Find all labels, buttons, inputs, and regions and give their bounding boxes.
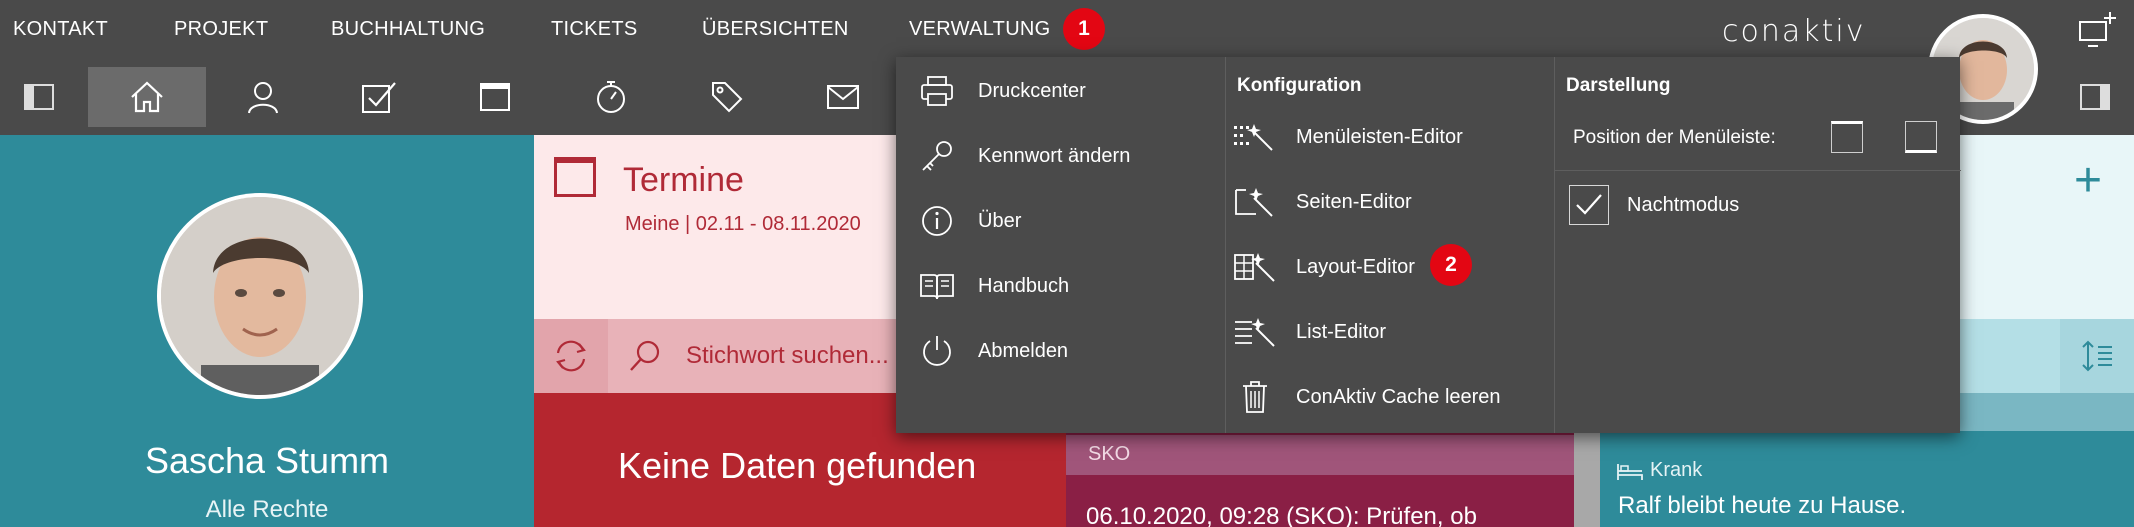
menu-label-abmelden: Abmelden [978, 339, 1069, 362]
magic-wand-icon [1226, 122, 1284, 152]
konfiguration-header: Konfiguration [1237, 75, 1362, 96]
nav-kontakt[interactable]: KONTAKT [13, 18, 108, 41]
menu-position-bottom-option[interactable] [1905, 121, 1937, 153]
menu-label-layout-editor: Layout-Editor [1296, 255, 1415, 278]
profile-avatar [157, 193, 363, 399]
status-text[interactable]: Ralf bleibt heute zu Hause. [1618, 492, 1906, 520]
menu-label-list-editor: List-Editor [1296, 320, 1387, 343]
menu-item-handbuch[interactable]: Handbuch [896, 257, 1225, 315]
menu-item-list-editor[interactable]: List-Editor [1226, 303, 1554, 361]
window-icon[interactable] [436, 67, 554, 127]
step-badge-1: 1 [1063, 8, 1105, 50]
book-icon [908, 271, 966, 301]
info-icon [908, 204, 966, 238]
profile-panel: Sascha Stumm Alle Rechte [0, 135, 534, 527]
darstellung-header: Darstellung [1566, 75, 1671, 96]
sidebar-right-icon[interactable] [2056, 67, 2134, 127]
sko-header: SKO [1066, 435, 1574, 475]
menu-label-ueber: Über [978, 209, 1022, 232]
conaktiv-logo: conaktiv [1722, 14, 1866, 49]
dropdown-column-darstellung: Darstellung Position der Menüleiste: Nac… [1554, 57, 1961, 433]
menu-label-cache-leeren: ConAktiv Cache leeren [1296, 385, 1501, 408]
menu-label-menueleisten-editor: Menüleisten-Editor [1296, 125, 1463, 148]
checkbox-icon[interactable] [320, 67, 438, 127]
calendar-icon [554, 157, 596, 197]
menu-label-kennwort: Kennwort ändern [978, 144, 1131, 167]
menu-item-layout-editor[interactable]: Layout-Editor [1226, 238, 1554, 296]
key-icon [908, 139, 966, 173]
nav-verwaltung[interactable]: VERWALTUNG [909, 18, 1051, 41]
status-label: Krank [1650, 459, 1703, 481]
line-spacing-icon[interactable] [2060, 319, 2134, 393]
nav-buchhaltung[interactable]: BUCHHALTUNG [331, 18, 485, 41]
mail-icon[interactable] [784, 67, 902, 127]
menu-item-kennwort[interactable]: Kennwort ändern [896, 127, 1225, 185]
top-navigation: KONTAKT PROJEKT BUCHHALTUNG TICKETS ÜBER… [0, 0, 2134, 59]
termine-subtitle[interactable]: Meine | 02.11 - 08.11.2020 [625, 213, 861, 236]
printer-icon [908, 75, 966, 107]
menu-item-seiten-editor[interactable]: Seiten-Editor [1226, 173, 1554, 231]
sidebar-toggle-icon[interactable] [0, 67, 78, 127]
night-mode-checkbox[interactable] [1569, 185, 1609, 225]
menu-item-abmelden[interactable]: Abmelden [896, 322, 1225, 380]
dropdown-column-general: Druckcenter Kennwort ändern Über Handbuc… [896, 57, 1225, 433]
nav-tickets[interactable]: TICKETS [551, 18, 638, 41]
list-wand-icon [1226, 316, 1284, 348]
menu-item-ueber[interactable]: Über [896, 192, 1225, 250]
refresh-icon[interactable] [534, 319, 608, 393]
add-icon[interactable]: + [2074, 153, 2102, 208]
dropdown-column-konfiguration: Konfiguration Menüleisten-Editor Seiten-… [1225, 57, 1554, 433]
power-icon [908, 334, 966, 368]
menu-label-seiten-editor: Seiten-Editor [1296, 190, 1412, 213]
verwaltung-dropdown: Druckcenter Kennwort ändern Über Handbuc… [896, 57, 1961, 433]
page-wand-icon [1226, 186, 1284, 218]
empty-state-text: Keine Daten gefunden [618, 445, 977, 486]
trash-icon [1226, 380, 1284, 414]
menu-label-handbuch: Handbuch [978, 274, 1070, 297]
profile-name: Sascha Stumm [144, 440, 390, 481]
menu-item-cache-leeren[interactable]: ConAktiv Cache leeren [1226, 368, 1554, 426]
menu-item-menueleisten-editor[interactable]: Menüleisten-Editor [1226, 108, 1554, 166]
sko-label: SKO [1088, 443, 1131, 465]
person-icon[interactable] [204, 67, 322, 127]
profile-role: Alle Rechte [205, 496, 329, 523]
home-icon[interactable] [88, 67, 206, 127]
tag-icon[interactable] [668, 67, 786, 127]
menu-position-label: Position der Menüleiste: [1573, 127, 1776, 148]
nav-projekt[interactable]: PROJEKT [174, 18, 268, 41]
sko-entry[interactable]: 06.10.2020, 09:28 (SKO): Prüfen, ob [1086, 503, 1477, 527]
menu-label-druckcenter: Druckcenter [978, 79, 1086, 102]
menu-position-top-option[interactable] [1831, 121, 1863, 153]
stopwatch-icon[interactable] [552, 67, 670, 127]
night-mode-label[interactable]: Nachtmodus [1627, 194, 1739, 217]
termine-title[interactable]: Termine [623, 161, 744, 200]
nav-uebersichten[interactable]: ÜBERSICHTEN [702, 18, 849, 41]
divider [1555, 170, 1961, 171]
new-window-icon[interactable] [2076, 8, 2120, 52]
bed-icon [1616, 462, 1644, 482]
layout-wand-icon [1226, 251, 1284, 283]
step-badge-2: 2 [1430, 244, 1472, 286]
menu-item-druckcenter[interactable]: Druckcenter [896, 62, 1225, 120]
